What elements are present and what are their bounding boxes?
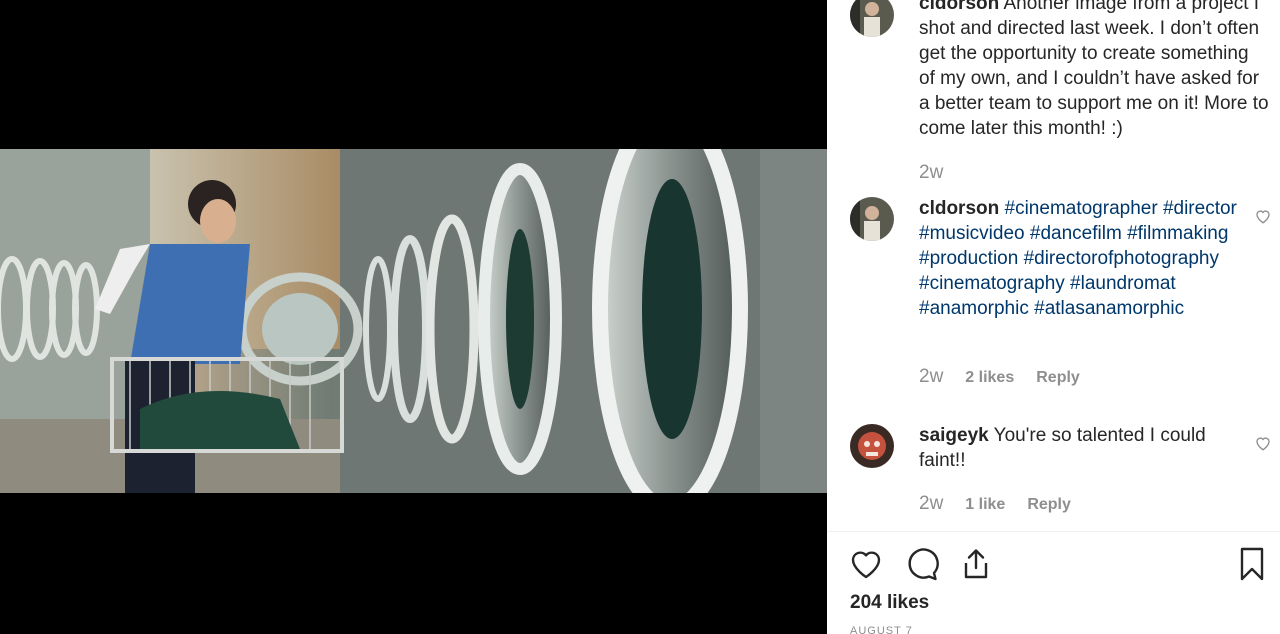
comment-time[interactable]: 2w — [919, 493, 943, 515]
share-icon[interactable] — [958, 546, 994, 582]
bookmark-icon[interactable] — [1234, 546, 1270, 582]
hashtag[interactable]: #filmmaking — [1127, 223, 1228, 244]
post-date: AUGUST 7 — [850, 625, 913, 634]
hashtag[interactable]: #cinematographer — [1005, 198, 1158, 219]
comment-avatar[interactable] — [850, 197, 894, 241]
hashtag[interactable]: #production — [919, 248, 1018, 269]
caption-avatar[interactable] — [850, 0, 894, 37]
caption-meta: 2w — [919, 162, 965, 184]
comment-username[interactable]: cldorson — [919, 198, 999, 219]
hashtag[interactable]: #directorofphotography — [1024, 248, 1219, 269]
hashtag[interactable]: #atlasanamorphic — [1034, 298, 1184, 319]
caption-text: cldorson Another image from a project I … — [919, 0, 1269, 141]
hashtag[interactable]: #anamorphic — [919, 298, 1029, 319]
comment-meta: 2w 1 like Reply — [919, 493, 1071, 515]
hashtag[interactable]: #director — [1163, 198, 1237, 219]
hashtag[interactable]: #dancefilm — [1030, 223, 1122, 244]
post-photo[interactable] — [0, 149, 827, 493]
heart-icon[interactable] — [848, 546, 884, 582]
caption-time[interactable]: 2w — [919, 162, 943, 184]
comment-likes[interactable]: 2 likes — [965, 369, 1014, 387]
hashtag[interactable]: #musicvideo — [919, 223, 1025, 244]
caption-body: Another image from a project I shot and … — [919, 0, 1269, 139]
comment-meta: 2w 2 likes Reply — [919, 366, 1080, 388]
comment-username[interactable]: saigeyk — [919, 425, 989, 446]
heart-outline-icon[interactable] — [1254, 207, 1272, 225]
divider — [827, 531, 1280, 532]
reply-button[interactable]: Reply — [1027, 496, 1071, 514]
like-count[interactable]: 204 likes — [850, 592, 929, 614]
heart-outline-icon[interactable] — [1254, 434, 1272, 452]
hashtag[interactable]: #cinematography — [919, 273, 1065, 294]
comments-pane: cldorson Another image from a project I … — [827, 0, 1280, 634]
media-pane — [0, 0, 827, 634]
reply-button[interactable]: Reply — [1036, 369, 1080, 387]
laundromat-photo-illustration — [0, 149, 827, 493]
speech-bubble-icon[interactable] — [903, 546, 939, 582]
comment-text: cldorson #cinematographer #director #mus… — [919, 196, 1239, 321]
caption-username[interactable]: cldorson — [919, 0, 999, 14]
hashtag[interactable]: #laundromat — [1070, 273, 1176, 294]
comment-avatar[interactable] — [850, 424, 894, 468]
comment-text: saigeyk You're so talented I could faint… — [919, 423, 1239, 473]
comment-likes[interactable]: 1 like — [965, 496, 1005, 514]
comment-time[interactable]: 2w — [919, 366, 943, 388]
